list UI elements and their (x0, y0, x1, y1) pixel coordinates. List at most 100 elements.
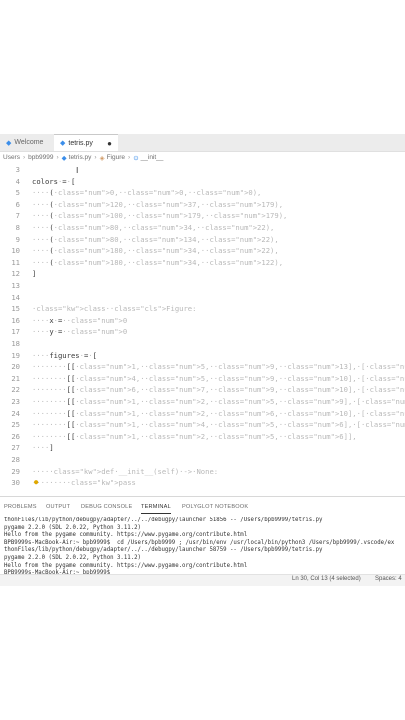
code-text: ····(·class="num">80,··class="num">34,··… (32, 223, 275, 232)
python-file-icon: ◆ (60, 140, 66, 147)
code-text: ····figures·=·[ (32, 350, 97, 360)
line-number: 20 (11, 362, 20, 372)
code-text: ····(·class="num">100,··class="num">179,… (32, 211, 288, 221)
code-line[interactable]: 4 colors·=·[ (0, 176, 405, 188)
code-line[interactable]: 26 ········[[·class="num">1,··class="num"… (0, 431, 405, 443)
code-line[interactable]: 17 ····y·=··class="num">0 (0, 326, 405, 338)
code-line[interactable]: 20 ········[[·class="num">1,··class="num"… (0, 361, 405, 373)
line-number: 24 (11, 408, 20, 418)
breadcrumb: Users › bpb9999 › ◆ tetris.py › ◈ Figure… (0, 152, 405, 163)
line-number: 11 (11, 257, 20, 267)
code-line[interactable]: 30 ·········class="kw">pass ● (0, 477, 405, 487)
code-line[interactable]: 8 ····(·class="num">80,··class="num">34,·… (0, 222, 405, 234)
code-line[interactable]: 14 (0, 292, 405, 304)
breadcrumb-class[interactable]: Figure (107, 154, 125, 161)
method-symbol-icon: ⊙ (133, 154, 139, 162)
line-number: 17 (11, 327, 20, 337)
code-line[interactable]: 29 ·····class="kw">def·__init__(self)·->·… (0, 466, 405, 478)
code-text: ·········class="kw">pass (32, 478, 136, 487)
code-editor[interactable]: 3 4 colors·=·[5 ····(·class="num">0,··class… (0, 163, 405, 487)
code-line[interactable]: 16 ····x·=··class="num">0 (0, 315, 405, 327)
line-number: 15 (11, 304, 20, 314)
line-number: 10 (11, 246, 20, 256)
code-line[interactable]: 23 ········[[·class="num">1,··class="num"… (0, 396, 405, 408)
editor-tab-bar: ◆ Welcome ◆ tetris.py ● (0, 134, 405, 152)
line-number: 9 (15, 234, 20, 244)
terminal-line: pygame 2.2.0 (SDL 2.0.22, Python 3.11.2) (4, 524, 141, 531)
line-number: 26 (11, 431, 20, 441)
code-line[interactable]: 19 ····figures·=·[ (0, 350, 405, 362)
line-number: 28 (11, 455, 20, 464)
tab-output[interactable]: OUTPUT (46, 501, 70, 513)
code-line[interactable]: 13 (0, 280, 405, 292)
tab-problems[interactable]: PROBLEMS (4, 501, 37, 513)
breadcrumb-bpb9999[interactable]: bpb9999 (28, 154, 53, 161)
line-number: 7 (15, 211, 20, 221)
line-number: 13 (11, 281, 20, 290)
code-text: ] (32, 269, 37, 279)
chevron-right-icon: › (22, 154, 26, 161)
code-line[interactable]: 9 ····(·class="num">80,··class="num">134,… (0, 234, 405, 246)
line-number: 25 (11, 420, 20, 430)
line-number: 30 (11, 478, 20, 487)
code-line[interactable]: 18 (0, 338, 405, 350)
code-text: ····(·class="num">180,··class="num">34,·… (32, 257, 284, 267)
line-number: 8 (15, 223, 20, 232)
code-text: ········[[·class="num">1,··class="num">4… (32, 420, 405, 430)
code-line[interactable]: 15 ·class="kw">class··class="cls">Figure: (0, 303, 405, 315)
line-number: 5 (15, 188, 20, 198)
line-number: 19 (11, 350, 20, 360)
tab-tetris-py[interactable]: ◆ tetris.py ● (54, 134, 118, 151)
tab-debug-console[interactable]: DEBUG CONSOLE (81, 501, 132, 513)
line-number: 16 (11, 315, 20, 325)
code-line[interactable]: 27 ····] (0, 442, 405, 454)
status-bar: Ln 30, Col 13 (4 selected) Spaces: 4 (0, 574, 405, 586)
code-text: ····x·=··class="num">0 (32, 315, 128, 325)
code-line[interactable]: 10 ····(·class="num">180,··class="num">34… (0, 245, 405, 257)
terminal-line: thonFiles/lib/python/debugpy/adapter/../… (4, 517, 323, 523)
lightbulb-icon[interactable]: ● (34, 477, 38, 487)
code-text: ····y·=··class="num">0 (32, 327, 128, 337)
indentation-setting[interactable]: Spaces: 4 (375, 576, 402, 582)
unsaved-dot-icon[interactable]: ● (107, 139, 112, 148)
code-line[interactable]: 11 ····(·class="num">180,··class="num">34… (0, 257, 405, 269)
code-line[interactable]: 22 ········[[·class="num">6,··class="num"… (0, 384, 405, 396)
code-text: ········[[·class="num">1,··class="num">5… (32, 362, 405, 372)
breadcrumb-users[interactable]: Users (3, 154, 20, 161)
code-text: ····(·class="num">180,··class="num">34,·… (32, 246, 279, 256)
code-text: ····(·class="num">0,··class="num">0,··cl… (32, 188, 262, 198)
code-text: ········[[·class="num">4,··class="num">5… (32, 373, 405, 383)
cursor-position[interactable]: Ln 30, Col 13 (4 selected) (292, 576, 361, 582)
code-line[interactable]: 25 ········[[·class="num">1,··class="num"… (0, 419, 405, 431)
code-line[interactable]: 24 ········[[·class="num">1,··class="num"… (0, 408, 405, 420)
chevron-right-icon: › (94, 154, 97, 161)
code-line[interactable]: 7 ····(·class="num">100,··class="num">179… (0, 210, 405, 222)
code-line[interactable]: 21 ········[[·class="num">4,··class="num"… (0, 373, 405, 385)
line-number: 21 (11, 373, 20, 383)
terminal-line: thonFiles/lib/python/debugpy/adapter/../… (4, 547, 323, 554)
breadcrumb-method[interactable]: __init__ (141, 154, 164, 161)
breadcrumb-file[interactable]: tetris.py (69, 154, 92, 161)
vscode-icon: ◆ (6, 139, 12, 147)
tab-polyglot-notebook[interactable]: POLYGLOT NOTEBOOK (182, 501, 248, 513)
chevron-right-icon: › (128, 154, 131, 161)
line-number: 22 (11, 385, 20, 395)
code-line[interactable]: 6 ····(·class="num">120,··class="num">37,… (0, 199, 405, 211)
code-line[interactable]: 5 ····(·class="num">0,··class="num">0,··c… (0, 187, 405, 199)
code-line[interactable]: 28 (0, 454, 405, 466)
code-text: ····(·class="num">120,··class="num">37,·… (32, 199, 284, 209)
code-text: ····] (32, 443, 54, 453)
terminal-output[interactable]: thonFiles/lib/python/debugpy/adapter/../… (4, 517, 405, 578)
tab-terminal[interactable]: TERMINAL (141, 501, 171, 514)
line-number: 27 (11, 443, 20, 453)
code-text: colors·=·[ (32, 176, 76, 186)
tab-welcome-label: Welcome (14, 139, 44, 146)
video-top-area (0, 0, 405, 134)
video-bottom-area (0, 586, 405, 720)
code-text: ·class="kw">class··class="cls">Figure: (32, 304, 197, 314)
line-number: 12 (11, 269, 20, 279)
tab-welcome[interactable]: ◆ Welcome (0, 134, 52, 151)
line-number: 14 (11, 292, 20, 302)
code-line[interactable]: 3 (0, 164, 405, 176)
code-line[interactable]: 12] (0, 268, 405, 280)
